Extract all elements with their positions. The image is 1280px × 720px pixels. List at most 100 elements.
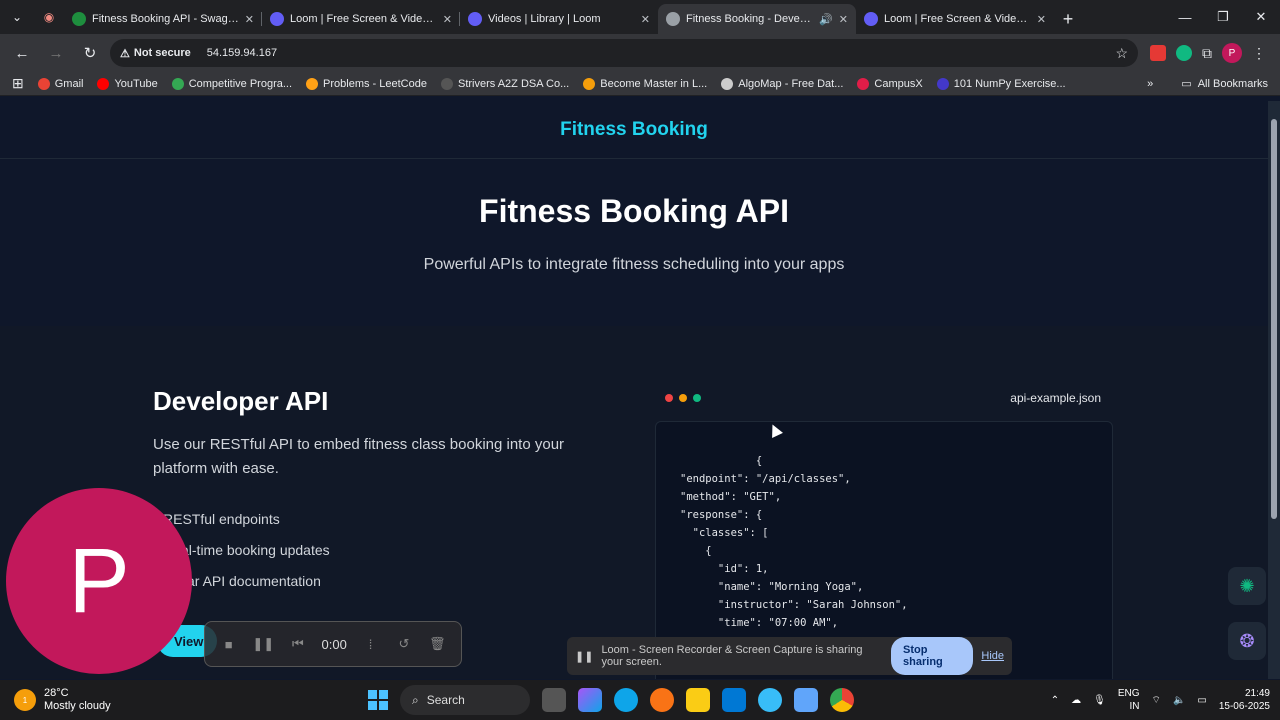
new-tab-button[interactable]: + bbox=[1054, 4, 1082, 34]
bookmark-campusx[interactable]: CampusX bbox=[857, 77, 923, 90]
gmail-icon bbox=[37, 77, 50, 90]
file-explorer-alt-icon[interactable] bbox=[542, 688, 566, 712]
tab-fitness-booking[interactable]: Fitness Booking - Develope 🔊 ✕ bbox=[658, 4, 856, 34]
all-bookmarks-button[interactable]: ▭ All Bookmarks bbox=[1181, 77, 1268, 91]
clock[interactable]: 21:49 15-06-2025 bbox=[1219, 687, 1270, 713]
address-bar[interactable]: ⚠ Not secure 54.159.94.167 ☆ bbox=[110, 39, 1138, 67]
tab-loom-1[interactable]: Loom | Free Screen & Video Re ✕ bbox=[262, 4, 460, 34]
more-bookmarks-icon[interactable]: » bbox=[1147, 78, 1153, 90]
language-indicator[interactable]: ENG IN bbox=[1118, 687, 1140, 713]
undo-icon[interactable]: ↺ bbox=[394, 633, 413, 655]
close-icon[interactable]: ✕ bbox=[245, 13, 254, 26]
window-dots bbox=[665, 394, 701, 402]
security-indicator[interactable]: ⚠ Not secure bbox=[120, 47, 199, 60]
back-button[interactable]: ← bbox=[8, 39, 36, 67]
red-dot-icon bbox=[665, 394, 673, 402]
copilot-icon[interactable] bbox=[578, 688, 602, 712]
windows-start-icon[interactable] bbox=[368, 690, 388, 710]
stop-record-icon[interactable]: ■ bbox=[219, 633, 238, 655]
volume-icon[interactable]: 🔈 bbox=[1173, 695, 1185, 706]
app-icon[interactable] bbox=[758, 688, 782, 712]
bookmark-youtube[interactable]: YouTube bbox=[97, 77, 158, 90]
list-item: ar API documentation bbox=[187, 572, 321, 589]
battery-icon[interactable]: ▭ bbox=[1197, 695, 1206, 706]
minimize-icon[interactable]: — bbox=[1166, 0, 1204, 34]
yellow-dot-icon bbox=[679, 394, 687, 402]
firefox-icon[interactable] bbox=[650, 688, 674, 712]
extension-red-icon[interactable] bbox=[1150, 45, 1166, 61]
weather-widget[interactable]: 1 28°C Mostly cloudy bbox=[0, 687, 111, 713]
avatar[interactable]: P bbox=[1222, 43, 1242, 63]
bookmark-icon bbox=[936, 77, 949, 90]
loom-favicon-icon bbox=[270, 12, 284, 26]
notepad-icon[interactable] bbox=[794, 688, 818, 712]
close-icon[interactable]: ✕ bbox=[839, 13, 848, 26]
loom-favicon-icon bbox=[864, 12, 878, 26]
reload-button[interactable]: ↻ bbox=[76, 39, 104, 67]
temperature: 28°C bbox=[44, 687, 69, 699]
bookmark-competitive[interactable]: Competitive Progra... bbox=[171, 77, 292, 90]
window-controls: — ❐ ✕ bbox=[1166, 0, 1280, 34]
developer-info: Developer API Use our RESTful API to emb… bbox=[153, 386, 613, 596]
forward-button[interactable]: → bbox=[42, 39, 70, 67]
code-filename: api-example.json bbox=[1010, 391, 1101, 405]
onedrive-icon[interactable]: ☁ bbox=[1071, 695, 1081, 706]
tab-loom-2[interactable]: Loom | Free Screen & Video Re ✕ bbox=[856, 4, 1054, 34]
kebab-menu-icon[interactable]: ⋮ bbox=[1252, 45, 1266, 62]
section-description: Use our RESTful API to embed fitness cla… bbox=[153, 436, 565, 477]
tab-swagger[interactable]: Fitness Booking API - Swagger ✕ bbox=[64, 4, 262, 34]
url-text: 54.159.94.167 bbox=[206, 47, 278, 59]
green-dot-icon bbox=[693, 394, 701, 402]
bookmark-algomap[interactable]: AlgoMap - Free Dat... bbox=[721, 77, 843, 90]
chevron-up-icon[interactable]: ⌃ bbox=[1051, 695, 1059, 706]
loom-favicon-icon bbox=[468, 12, 482, 26]
bookmark-become-master[interactable]: Become Master in L... bbox=[583, 77, 707, 90]
feature-list: RESTful endpoints al-time booking update… bbox=[153, 503, 613, 596]
bookmark-leetcode[interactable]: Problems - LeetCode bbox=[306, 77, 427, 90]
close-window-icon[interactable]: ✕ bbox=[1242, 0, 1280, 34]
brand-logo[interactable]: Fitness Booking bbox=[560, 119, 708, 141]
tab-search-button[interactable]: ⌄ bbox=[0, 0, 34, 34]
tab-title: Fitness Booking API - Swagger bbox=[92, 13, 239, 25]
audio-icon[interactable]: 🔊 bbox=[819, 13, 833, 26]
wifi-icon[interactable]: ⌔ bbox=[1152, 694, 1161, 707]
bookmark-numpy[interactable]: 101 NumPy Exercise... bbox=[936, 77, 1066, 90]
bookmark-strivers[interactable]: Strivers A2Z DSA Co... bbox=[440, 77, 569, 90]
vscode-icon[interactable] bbox=[722, 688, 746, 712]
hide-button[interactable]: Hide bbox=[981, 650, 1004, 662]
scrollbar-thumb[interactable] bbox=[1271, 119, 1277, 519]
page-scrollbar[interactable] bbox=[1268, 101, 1280, 679]
close-icon[interactable]: ✕ bbox=[641, 13, 650, 26]
close-icon[interactable]: ✕ bbox=[443, 13, 452, 26]
stop-sharing-button[interactable]: Stop sharing bbox=[891, 637, 974, 675]
trash-icon[interactable]: 🗑 bbox=[428, 633, 447, 655]
restart-icon[interactable]: ⏮ bbox=[288, 633, 307, 655]
chrome-icon[interactable] bbox=[830, 688, 854, 712]
apps-grid-icon[interactable]: ⊞ bbox=[12, 75, 24, 92]
loom-camera-bubble[interactable]: P bbox=[6, 488, 192, 674]
pause-icon: ❚❚ bbox=[575, 650, 594, 663]
tab-title: Fitness Booking - Develope bbox=[686, 13, 814, 25]
bookmark-star-icon[interactable]: ☆ bbox=[1115, 45, 1128, 62]
file-explorer-icon[interactable] bbox=[686, 688, 710, 712]
pause-icon[interactable]: ❚❚ bbox=[252, 633, 274, 655]
taskbar-search[interactable]: ⌕ Search bbox=[400, 685, 530, 715]
browser-toolbar: ← → ↻ ⚠ Not secure 54.159.94.167 ☆ ⧉ P ⋮ bbox=[0, 34, 1280, 72]
extension-green-icon[interactable] bbox=[1176, 45, 1192, 61]
tab-loom-library[interactable]: Videos | Library | Loom ✕ bbox=[460, 4, 658, 34]
edge-icon[interactable] bbox=[614, 688, 638, 712]
chatgpt-icon[interactable]: ✺ bbox=[1228, 567, 1266, 605]
weather-condition: Mostly cloudy bbox=[44, 700, 111, 712]
grid-icon[interactable]: ⁞ bbox=[361, 633, 380, 655]
close-icon[interactable]: ✕ bbox=[1037, 13, 1046, 26]
puzzle-icon[interactable]: ⧉ bbox=[1202, 45, 1212, 62]
assistant-bubble-icon[interactable]: ❂ bbox=[1228, 622, 1266, 660]
screen-sharing-bar: ❚❚ Loom - Screen Recorder & Screen Captu… bbox=[567, 637, 1012, 675]
microphone-icon[interactable]: 🎙 bbox=[1093, 695, 1106, 706]
restore-icon[interactable]: ❐ bbox=[1204, 0, 1242, 34]
bookmark-gmail[interactable]: Gmail bbox=[37, 77, 83, 90]
system-tray: ⌃ ☁ 🎙 ENG IN ⌔ 🔈 ▭ 21:49 15-06-2025 bbox=[1051, 687, 1270, 713]
leetcode-icon bbox=[306, 77, 319, 90]
tab-bar: ⌄ ◉ Fitness Booking API - Swagger ✕ Loom… bbox=[0, 0, 1280, 34]
extensions-area: ⧉ P ⋮ bbox=[1144, 43, 1272, 63]
